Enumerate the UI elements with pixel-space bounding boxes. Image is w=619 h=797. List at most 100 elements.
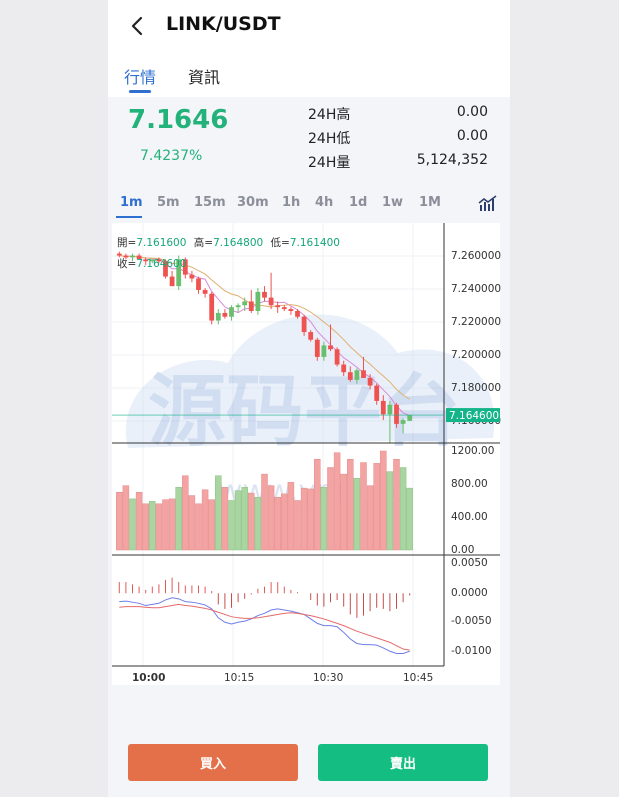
- macd-tick: -0.0100: [451, 645, 492, 657]
- candle-body: [229, 307, 234, 317]
- volume-bar: [307, 488, 314, 551]
- interval-1m[interactable]: 1m: [120, 195, 143, 210]
- price-tick: 7.180000: [451, 382, 501, 394]
- ohlc-legend-line2: 收=7.164600: [117, 257, 186, 270]
- volume-bar: [386, 471, 394, 551]
- price-tick: 7.220000: [451, 316, 501, 328]
- volume-bar: [373, 463, 380, 551]
- price-tick: 7.200000: [451, 349, 501, 361]
- candle-body: [248, 301, 254, 311]
- stat-label-high: 24H高: [308, 107, 351, 123]
- macd-tick: -0.0050: [451, 615, 492, 627]
- volume-tick: 0.00: [451, 544, 474, 556]
- volume-bar: [168, 498, 176, 551]
- volume-bar: [254, 496, 262, 551]
- volume-bar: [300, 487, 308, 551]
- time-tick: 10:15: [224, 672, 254, 684]
- kline-chart[interactable]: 源码平台 www.ymp.cc 開=7.161600 高=7.164800 低=…: [108, 223, 510, 688]
- volume-bar: [188, 495, 196, 551]
- volume-bar: [155, 503, 163, 551]
- macd-tick: 0.0000: [451, 587, 488, 599]
- candle-body: [275, 305, 281, 308]
- candle-body: [347, 372, 353, 380]
- volume-bar: [393, 459, 400, 551]
- volume-bar: [195, 503, 202, 551]
- interval-1d[interactable]: 1d: [349, 195, 367, 210]
- candle-body: [308, 332, 314, 340]
- tab-market[interactable]: 行情: [124, 64, 156, 88]
- candle-body: [222, 312, 228, 317]
- candle-body: [394, 404, 399, 424]
- volume-bar: [182, 475, 189, 551]
- candle-body: [321, 345, 327, 357]
- volume-bar: [221, 487, 229, 551]
- app-screen: LINK/USDT 行情 資訊 7.1646 7.4237% 24H高 0.00…: [108, 0, 510, 797]
- candle-body: [255, 291, 261, 311]
- time-tick: 10:45: [403, 672, 433, 684]
- volume-tick: 1200.00: [451, 445, 494, 457]
- volume-bar: [353, 477, 361, 551]
- last-price: 7.1646: [128, 105, 229, 135]
- volume-tick: 400.00: [451, 511, 488, 523]
- candle-body: [341, 364, 347, 373]
- buy-button[interactable]: 買入: [128, 744, 298, 781]
- stat-label-low: 24H低: [308, 131, 351, 147]
- tab-news[interactable]: 資訊: [188, 64, 220, 88]
- interval-1w[interactable]: 1w: [382, 195, 403, 210]
- current-price-tag-text: 7.164600: [449, 410, 499, 422]
- stat-value-high: 0.00: [456, 104, 488, 120]
- page-title: LINK/USDT: [166, 13, 281, 35]
- volume-bar: [248, 492, 255, 551]
- interval-4h[interactable]: 4h: [315, 195, 333, 210]
- candle-body: [281, 307, 287, 310]
- volume-bar: [228, 500, 235, 551]
- volume-bar: [162, 499, 169, 551]
- interval-active-indicator: [116, 216, 142, 218]
- candle-body: [242, 301, 248, 306]
- volume-bar: [340, 473, 347, 551]
- interval-15m[interactable]: 15m: [194, 195, 226, 210]
- volume-bar: [399, 467, 407, 551]
- stat-value-low: 0.00: [456, 128, 488, 144]
- volume-bar: [314, 459, 321, 551]
- interval-1M[interactable]: 1M: [419, 195, 441, 210]
- candle-body: [387, 404, 393, 415]
- interval-30m[interactable]: 30m: [237, 195, 269, 210]
- volume-bar: [274, 496, 281, 551]
- volume-bar: [267, 485, 275, 551]
- interval-5m[interactable]: 5m: [157, 195, 180, 210]
- volume-bar: [366, 485, 374, 551]
- volume-bar: [241, 487, 248, 551]
- chevron-left-icon[interactable]: [126, 14, 150, 38]
- candle-body: [169, 276, 175, 287]
- candle-body: [268, 297, 274, 306]
- kline-chart-svg[interactable]: 源码平台 www.ymp.cc 開=7.161600 高=7.164800 低=…: [108, 223, 510, 688]
- volume-bar: [287, 482, 295, 551]
- interval-1h[interactable]: 1h: [282, 195, 300, 210]
- chart-indicator-icon[interactable]: [478, 194, 498, 212]
- candle-body: [314, 339, 320, 357]
- volume-bar: [320, 487, 328, 551]
- volume-bar: [380, 450, 387, 551]
- candle-body: [361, 370, 366, 378]
- buy-button-label: 買入: [199, 757, 226, 772]
- price-summary: 7.1646 7.4237% 24H高 0.00 24H低 0.00 24H量 …: [108, 97, 510, 183]
- tab-active-indicator: [129, 90, 151, 93]
- sell-button[interactable]: 賣出: [318, 744, 488, 781]
- stat-label-volume: 24H量: [308, 155, 351, 171]
- candle-body: [262, 291, 267, 298]
- sell-button-label: 賣出: [389, 757, 416, 772]
- time-tick: 10:00: [132, 672, 165, 684]
- candle-body: [301, 316, 307, 333]
- interval-bar: 1m 5m 15m 30m 1h 4h 1d 1w 1M: [108, 183, 510, 223]
- time-tick: 10:30: [313, 672, 343, 684]
- volume-bar: [333, 452, 341, 551]
- ohlc-legend-line1: 開=7.161600 高=7.164800 低=7.161400: [117, 236, 340, 249]
- candle-body: [116, 253, 122, 256]
- candle-body: [407, 415, 413, 421]
- price-tick: 7.260000: [451, 250, 501, 262]
- candle-body: [196, 278, 201, 290]
- candle-body: [215, 312, 221, 321]
- volume-bar: [261, 473, 268, 551]
- candle-body: [354, 370, 360, 380]
